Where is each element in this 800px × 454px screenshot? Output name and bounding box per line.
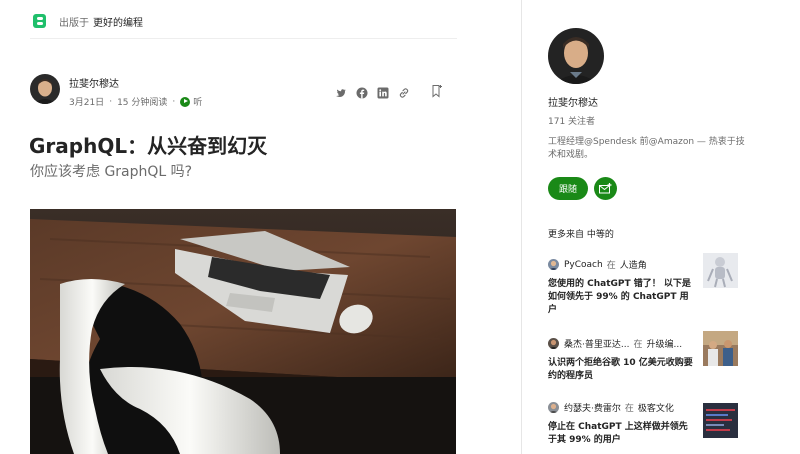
- link-icon[interactable]: [398, 84, 410, 98]
- publication-prefix: 出版于: [59, 17, 89, 29]
- card-author[interactable]: 桑杰·普里亚达...: [564, 337, 629, 350]
- card-thumbnail[interactable]: [703, 403, 738, 438]
- author-avatar[interactable]: [30, 74, 60, 104]
- meta-separator: ·: [109, 96, 113, 107]
- subscribe-button[interactable]: [594, 177, 617, 200]
- header-divider: [30, 38, 457, 39]
- card-in-label: 在: [606, 261, 616, 271]
- publication-name[interactable]: 更好的编程: [93, 14, 143, 29]
- card-author-avatar: [548, 402, 559, 413]
- author-name[interactable]: 拉斐尔穆达: [69, 75, 119, 90]
- card-title[interactable]: 您使用的 ChatGPT 错了！ 以下是如何领先于 99% 的 ChatGPT …: [548, 278, 694, 317]
- card-in-label: 在: [624, 404, 634, 414]
- twitter-icon[interactable]: [335, 84, 347, 98]
- article-column: 出版于 更好的编程 拉斐尔穆达 3月21日 · 15 分钟阅读 · 听 Grap…: [0, 0, 520, 454]
- card-author[interactable]: PyCoach: [564, 260, 603, 270]
- card-title[interactable]: 认识两个拒绝谷歌 10 亿美元收购要约的程序员: [548, 357, 694, 383]
- card-publication[interactable]: 升级编...: [646, 337, 682, 350]
- card-thumbnail[interactable]: [703, 331, 738, 366]
- facebook-icon[interactable]: [356, 84, 368, 99]
- sidebar-author-name[interactable]: 拉斐尔穆达: [548, 94, 598, 109]
- card-publication[interactable]: 极客文化: [638, 401, 674, 414]
- follower-count[interactable]: 171 关注者: [548, 114, 595, 127]
- article-meta: 3月21日 · 15 分钟阅读 · 听: [69, 95, 202, 108]
- article-subtitle: 你应该考虑 GraphQL 吗?: [30, 164, 193, 180]
- play-icon[interactable]: [180, 96, 191, 107]
- linkedin-icon[interactable]: [377, 84, 389, 99]
- card-publication[interactable]: 人造角: [620, 258, 647, 271]
- publication-logo-icon[interactable]: [33, 14, 46, 28]
- card-thumbnail[interactable]: [703, 253, 738, 288]
- card-in-label: 在: [633, 340, 643, 350]
- card-author-avatar: [548, 259, 559, 270]
- follow-button[interactable]: 跟随: [548, 177, 588, 200]
- card-author-avatar: [548, 338, 559, 349]
- publication-bar[interactable]: 出版于 更好的编程: [33, 12, 143, 30]
- article-title: GraphQL：从兴奋到幻灭: [29, 134, 268, 158]
- mail-plus-icon: [599, 183, 612, 194]
- publish-date: 3月21日: [69, 98, 105, 108]
- card-title[interactable]: 停止在 ChatGPT 上这样做并领先于其 99% 的用户: [548, 421, 694, 447]
- listen-label[interactable]: 听: [193, 95, 202, 108]
- read-time: 15 分钟阅读: [117, 98, 168, 108]
- more-from-heading: 更多来自 中等的: [548, 230, 614, 240]
- hero-image: [30, 209, 456, 454]
- meta-separator: ·: [172, 96, 176, 107]
- author-bio: 工程经理@Spendesk 前@Amazon — 热衷于技术和戏剧。: [548, 137, 745, 160]
- bookmark-icon[interactable]: [431, 83, 443, 98]
- sidebar-author-avatar[interactable]: [548, 28, 604, 84]
- card-author[interactable]: 约瑟夫·费雷尔: [564, 401, 621, 414]
- share-bar: [335, 84, 410, 99]
- author-sidebar: 拉斐尔穆达 171 关注者 工程经理@Spendesk 前@Amazon — 热…: [521, 0, 800, 454]
